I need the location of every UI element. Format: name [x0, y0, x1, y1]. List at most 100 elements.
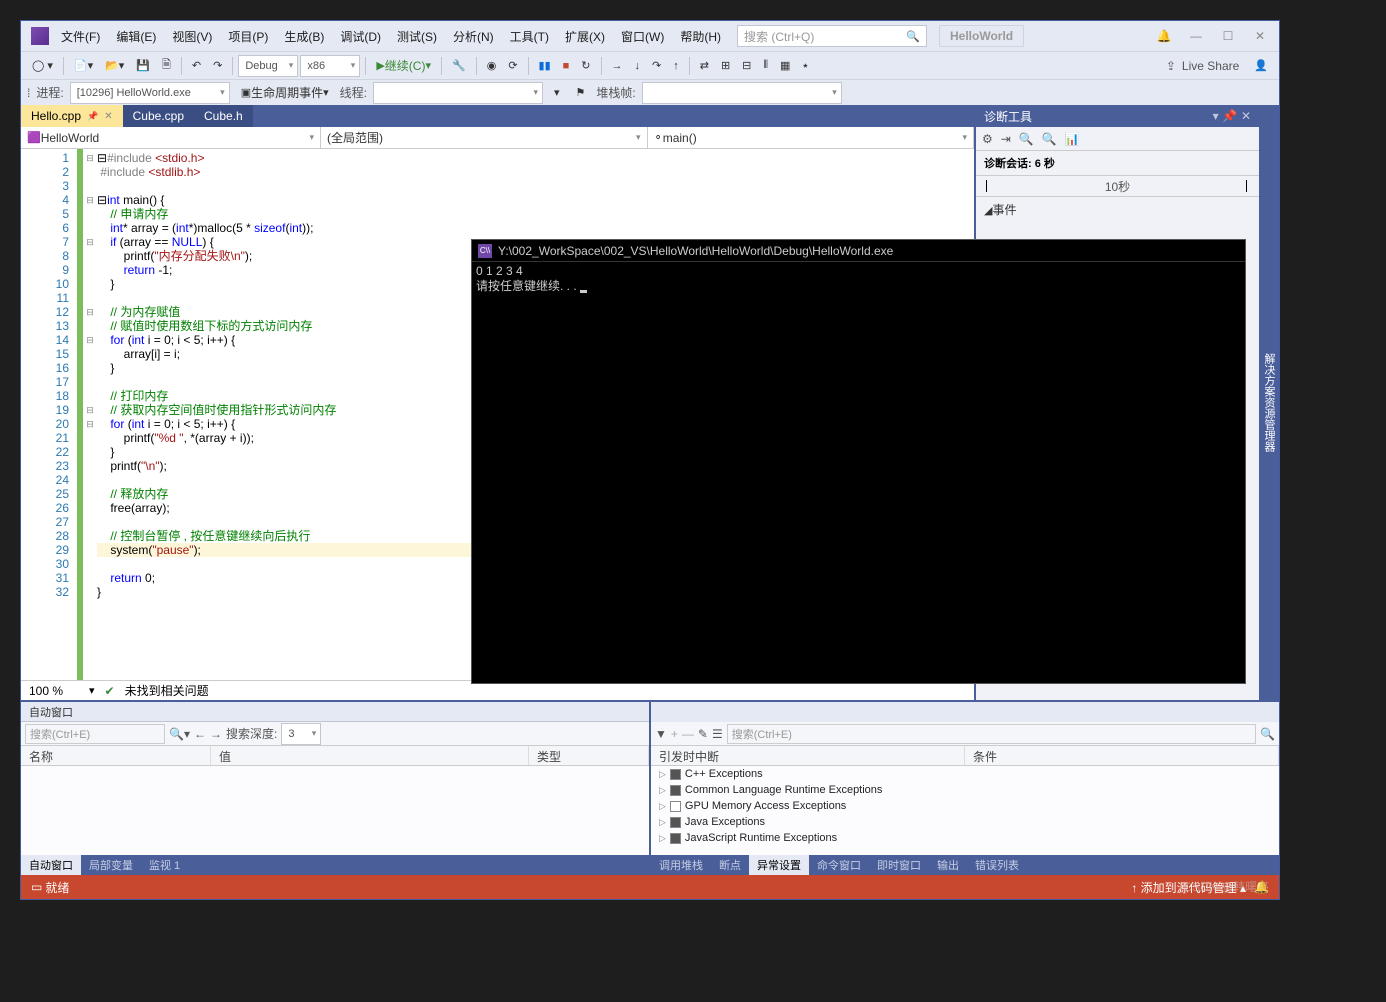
btab-locals[interactable]: 局部变量 — [81, 855, 141, 875]
edit-icon[interactable]: ✎ — [698, 727, 708, 741]
nav-fwd-icon[interactable]: → — [210, 727, 222, 741]
menu-edit[interactable]: 编辑(E) — [110, 24, 162, 49]
btab-autos[interactable]: 自动窗口 — [21, 855, 81, 875]
pin-icon[interactable]: ▾ 📌 — [1213, 109, 1237, 123]
tab-cube-cpp[interactable]: Cube.cpp — [123, 105, 194, 127]
pin-icon[interactable]: 📌 — [87, 111, 98, 122]
tool-btn-9[interactable]: ٭ — [797, 55, 813, 77]
solution-explorer-tab[interactable]: 解决方案资源管理器 — [1259, 105, 1279, 700]
btab-immediate[interactable]: 即时窗口 — [869, 855, 929, 875]
lifecycle-events-button[interactable]: ▣ 生命周期事件 ▾ — [236, 82, 334, 104]
undo-button[interactable]: ↶ — [187, 55, 206, 77]
solution-platform-combo[interactable]: x86 — [300, 55, 360, 77]
events-section[interactable]: ◢事件 — [976, 197, 1259, 222]
continue-button[interactable]: ▶ 继续(C) ▾ — [371, 55, 436, 77]
export-icon[interactable]: ⇥ — [1001, 132, 1011, 146]
step-over-button[interactable]: ↷ — [647, 55, 666, 77]
col-condition[interactable]: 条件 — [965, 746, 1279, 765]
solution-config-combo[interactable]: Debug — [238, 55, 298, 77]
restart-button[interactable]: ↻ — [576, 55, 595, 77]
col-type[interactable]: 类型 — [529, 746, 649, 765]
menu-debug[interactable]: 调试(D) — [334, 24, 387, 49]
tool-btn-3[interactable]: ⟳ — [503, 55, 522, 77]
tool-btn-1[interactable]: 🔧 — [447, 55, 471, 77]
step-into-button[interactable]: ↓ — [630, 55, 646, 77]
menu-analyze[interactable]: 分析(N) — [447, 24, 500, 49]
step-out-button[interactable]: ↑ — [668, 55, 684, 77]
menu-tools[interactable]: 工具(T) — [504, 24, 555, 49]
filter-icon[interactable]: ▼ — [655, 727, 667, 741]
thread-filter-button[interactable]: ▾ — [549, 82, 565, 104]
tool-btn-5[interactable]: ⊞ — [716, 55, 735, 77]
menu-test[interactable]: 测试(S) — [391, 24, 443, 49]
chart-icon[interactable]: 📊 — [1065, 132, 1080, 146]
menu-file[interactable]: 文件(F) — [55, 24, 106, 49]
notifications-icon[interactable]: 🔔 — [1149, 25, 1179, 47]
search-icon[interactable]: 🔍▾ — [169, 727, 190, 741]
account-icon[interactable]: 👤 — [1249, 55, 1273, 77]
tab-cube-h[interactable]: Cube.h — [194, 105, 253, 127]
btab-callstack[interactable]: 调用堆栈 — [651, 855, 711, 875]
auto-body[interactable] — [21, 766, 649, 855]
btab-command[interactable]: 命令窗口 — [809, 855, 869, 875]
save-all-button[interactable]: 🗎 — [157, 55, 176, 77]
pause-button[interactable]: ▮▮ — [534, 55, 556, 77]
quick-launch-search[interactable]: 搜索 (Ctrl+Q) 🔍 — [737, 25, 927, 47]
console-title-bar[interactable]: C\\ Y:\002_WorkSpace\002_VS\HelloWorld\H… — [472, 240, 1245, 262]
save-button[interactable]: 💾 — [131, 55, 155, 77]
exc-search-input[interactable]: 搜索(Ctrl+E) — [727, 724, 1256, 744]
live-share-button[interactable]: ⇪ Live Share — [1158, 59, 1247, 73]
menu-extensions[interactable]: 扩展(X) — [559, 24, 611, 49]
console-window[interactable]: C\\ Y:\002_WorkSpace\002_VS\HelloWorld\H… — [471, 239, 1246, 684]
zoom-out-icon[interactable]: 🔍 — [1042, 132, 1057, 146]
redo-button[interactable]: ↷ — [208, 55, 227, 77]
btab-output[interactable]: 输出 — [929, 855, 967, 875]
btab-exceptions[interactable]: 异常设置 — [749, 855, 809, 875]
col-value[interactable]: 值 — [211, 746, 529, 765]
process-combo[interactable]: [10296] HelloWorld.exe — [70, 82, 230, 104]
menu-help[interactable]: 帮助(H) — [674, 24, 727, 49]
btab-watch1[interactable]: 监视 1 — [141, 855, 188, 875]
fold-margin[interactable]: ⊟⊟⊟⊟⊟⊟⊟ — [83, 149, 97, 680]
remove-icon[interactable]: — — [682, 727, 694, 741]
menu-project[interactable]: 项目(P) — [222, 24, 274, 49]
tool-btn-8[interactable]: ▦ — [775, 55, 795, 77]
tool-btn-2[interactable]: ◉ — [482, 55, 502, 77]
btab-breakpoints[interactable]: 断点 — [711, 855, 749, 875]
auto-search-input[interactable]: 搜索(Ctrl+E) — [25, 724, 165, 744]
menu-window[interactable]: 窗口(W) — [615, 24, 670, 49]
stop-button[interactable]: ■ — [558, 55, 575, 77]
btab-errorlist[interactable]: 错误列表 — [967, 855, 1027, 875]
zoom-level[interactable]: 100 % — [29, 684, 79, 698]
depth-combo[interactable]: 3 — [281, 723, 321, 745]
new-item-button[interactable]: 📄▾ — [69, 55, 98, 77]
tool-btn-7[interactable]: ⫴ — [758, 55, 773, 77]
search-icon[interactable]: 🔍 — [1260, 727, 1275, 741]
close-icon[interactable]: ✕ — [104, 111, 112, 122]
nav-project-combo[interactable]: 🟪 HelloWorld — [21, 127, 321, 148]
gear-icon[interactable]: ⚙ — [982, 132, 993, 146]
auto-window-title[interactable]: 自动窗口 — [21, 702, 649, 722]
list-icon[interactable]: ☰ — [712, 727, 723, 741]
col-name[interactable]: 名称 — [21, 746, 211, 765]
open-button[interactable]: 📂▾ — [100, 55, 129, 77]
diagnostics-timeline[interactable]: 10秒 — [976, 175, 1259, 197]
show-next-statement-button[interactable]: → — [607, 55, 628, 77]
nav-back-button[interactable]: ◯ ▾ — [27, 55, 58, 77]
add-icon[interactable]: + — [671, 727, 678, 741]
nav-function-combo[interactable]: ⚬ main() — [648, 127, 975, 148]
nav-scope-combo[interactable]: (全局范围) — [321, 127, 648, 148]
diagnostics-title[interactable]: 诊断工具 ▾ 📌 ✕ — [976, 105, 1259, 127]
close-icon[interactable]: ✕ — [1241, 109, 1251, 123]
zoom-in-icon[interactable]: 🔍 — [1019, 132, 1034, 146]
tab-hello-cpp[interactable]: Hello.cpp📌✕ — [21, 105, 123, 127]
stackframe-combo[interactable] — [642, 82, 842, 104]
menu-build[interactable]: 生成(B) — [278, 24, 330, 49]
nav-back-icon[interactable]: ← — [194, 727, 206, 741]
col-break[interactable]: 引发时中断 — [651, 746, 965, 765]
menu-view[interactable]: 视图(V) — [166, 24, 218, 49]
exc-body[interactable]: ▷ C++ Exceptions▷ Common Language Runtim… — [651, 766, 1279, 855]
minimize-button[interactable]: — — [1181, 25, 1211, 47]
tool-btn-4[interactable]: ⇄ — [695, 55, 714, 77]
thread-flag-button[interactable]: ⚑ — [571, 82, 591, 104]
